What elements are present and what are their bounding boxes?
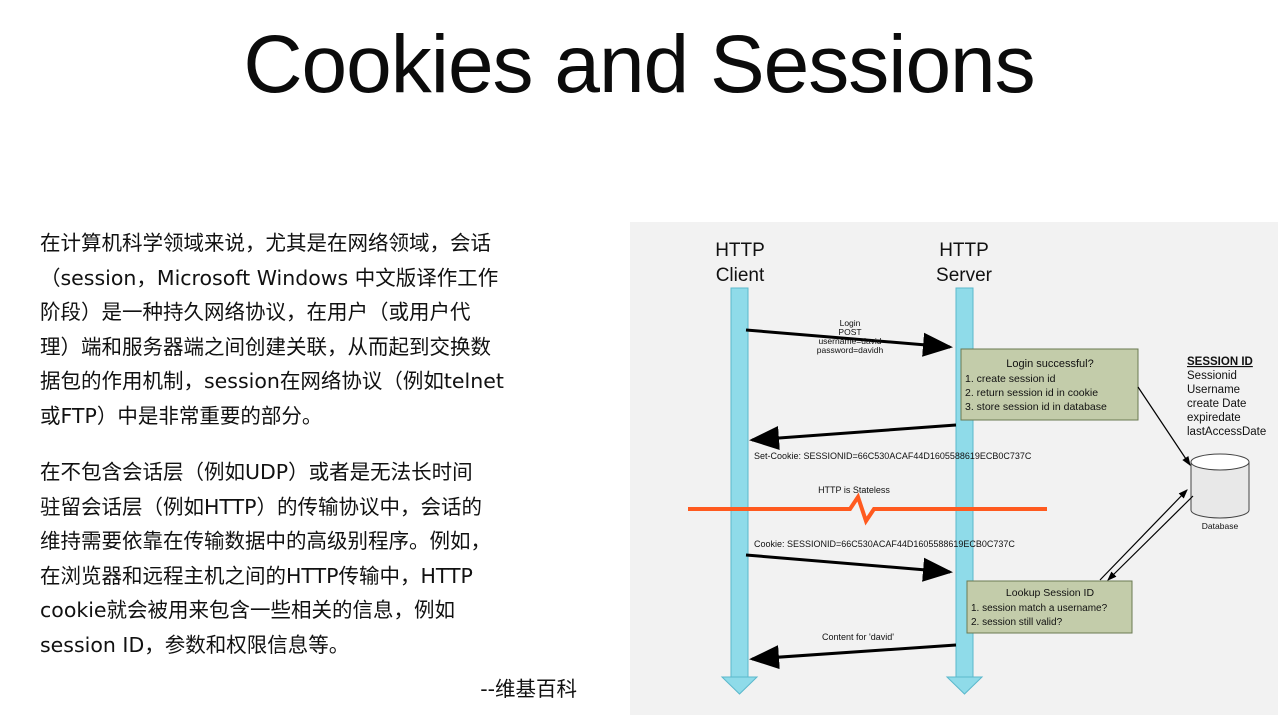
login-success-box: Login successful? 1. create session id 2…: [960, 348, 1139, 421]
login-box-item: 1. create session id: [965, 373, 1056, 385]
text-line: 在浏览器和远程主机之间的HTTP传输中，HTTP: [40, 563, 473, 588]
lookup-box-title: Lookup Session ID: [1006, 587, 1095, 599]
text-line: （session，Microsoft Windows 中文版译作工作: [40, 265, 499, 290]
set-cookie-arrow: [749, 423, 957, 450]
session-field: Sessionid: [1187, 370, 1237, 382]
database-label: Database: [1202, 521, 1239, 531]
attribution: --维基百科: [480, 677, 577, 701]
lookup-query-arrow: [1107, 495, 1194, 581]
cookie-label: Cookie: SESSIONID=66C530ACAF44D160558861…: [754, 539, 1015, 549]
text-line: 理）端和服务器端之间创建关联，从而起到交换数: [40, 334, 491, 359]
text-line: 驻留会话层（例如HTTP）的传输协议中，会话的: [40, 494, 482, 519]
session-field: Username: [1187, 384, 1240, 396]
session-id-panel: SESSION ID Sessionid Username create Dat…: [1187, 356, 1266, 438]
paragraph-session-maintenance: 在不包含会话层（例如UDP）或者是无法长时间 驻留会话层（例如HTTP）的传输协…: [40, 455, 585, 662]
set-cookie-label: Set-Cookie: SESSIONID=66C530ACAF44D16055…: [754, 451, 1032, 461]
text-line: 或FTP）中是非常重要的部分。: [40, 403, 323, 428]
text-line: 阶段）是一种持久网络协议，在用户（或用户代: [40, 300, 471, 324]
content-response-arrow: [749, 643, 957, 670]
login-box-title: Login successful?: [1006, 358, 1093, 370]
server-label: HTTP: [939, 240, 989, 261]
lookup-session-box: Lookup Session ID 1. session match a use…: [966, 580, 1133, 634]
client-lifeline: [720, 287, 759, 695]
login-box-item: 2. return session id in cookie: [965, 387, 1098, 399]
paragraph-session-definition: 在计算机科学领域来说，尤其是在网络领域，会话 （session，Microsof…: [40, 226, 585, 433]
store-session-arrow: [1137, 386, 1191, 466]
text-line: session ID，参数和权限信息等。: [40, 632, 350, 657]
slide-title: Cookies and Sessions: [243, 19, 1035, 110]
lookup-box-item: 1. session match a username?: [971, 603, 1108, 614]
lookup-result-arrow: [1099, 489, 1188, 581]
text-line: 维持需要依靠在传输数据中的高级别程序。例如，: [40, 529, 491, 553]
server-label-line2: Server: [936, 265, 993, 286]
content-label: Content for 'david': [822, 632, 894, 642]
body-text: 在计算机科学领域来说，尤其是在网络领域，会话 （session，Microsof…: [40, 226, 585, 684]
text-line: 据包的作用机制，session在网络协议（例如telnet: [40, 369, 504, 393]
client-label: HTTP: [715, 240, 765, 261]
database-icon: [1190, 453, 1250, 519]
session-id-heading: SESSION ID: [1187, 356, 1253, 368]
lookup-box-item: 2. session still valid?: [971, 617, 1063, 628]
session-diagram: HTTP Client HTTP Server Login POST usern…: [630, 222, 1278, 715]
text-line: cookie就会被用来包含一些相关的信息，例如: [40, 598, 456, 622]
login-request-password: password=davidh: [817, 345, 884, 355]
login-box-item: 3. store session id in database: [965, 401, 1107, 413]
cookie-request-arrow: [745, 553, 953, 582]
session-field: create Date: [1187, 398, 1246, 410]
session-field: lastAccessDate: [1187, 426, 1266, 438]
stateless-label: HTTP is Stateless: [818, 485, 890, 495]
session-field: expiredate: [1187, 412, 1241, 424]
text-line: 在计算机科学领域来说，尤其是在网络领域，会话: [40, 231, 491, 255]
client-label-line2: Client: [716, 265, 765, 286]
text-line: 在不包含会话层（例如UDP）或者是无法长时间: [40, 460, 473, 484]
